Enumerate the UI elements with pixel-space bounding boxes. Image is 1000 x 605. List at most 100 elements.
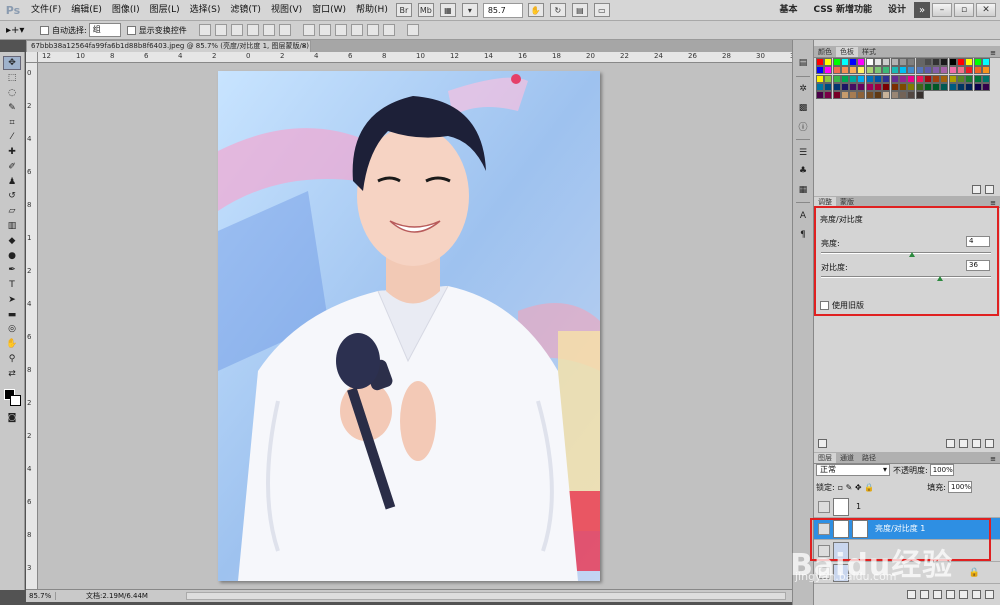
color-swatch[interactable] [923,74,932,83]
dodge-tool-icon[interactable]: ● [3,249,21,263]
horizontal-scrollbar[interactable] [186,592,786,600]
info-icon[interactable]: ⓘ [796,120,810,134]
color-swatch[interactable] [865,66,874,75]
hand-tool-icon[interactable]: ✋ [527,3,544,17]
color-swatch[interactable] [915,74,924,83]
color-swatch[interactable] [915,58,924,66]
tab-layers[interactable]: 图层 [814,453,836,463]
color-swatch[interactable] [857,91,866,100]
color-swatch[interactable] [849,74,858,83]
align-bottom-icon[interactable] [230,24,243,36]
color-swatch[interactable] [940,82,949,91]
use-legacy-checkbox[interactable] [820,301,829,310]
tab-styles[interactable]: 样式 [858,47,880,57]
delete-swatch-icon[interactable] [985,185,994,194]
align-middle-icon[interactable] [214,24,227,36]
brightness-slider[interactable] [821,252,991,257]
gradient-tool-icon[interactable]: ▥ [3,219,21,233]
tab-swatches[interactable]: 色板 [836,47,858,57]
color-swatch[interactable] [973,82,982,91]
reset-icon[interactable] [959,439,968,448]
path-select-tool-icon[interactable]: ➤ [3,293,21,307]
color-swatch[interactable] [923,82,932,91]
horizontal-ruler[interactable]: 1210864202468101214161820222426283032 [38,52,799,63]
zoom-tool-icon[interactable]: ⚲ [3,352,21,366]
link-layers-icon[interactable] [907,590,916,599]
color-swatch[interactable] [898,91,907,100]
color-swatch[interactable] [907,82,916,91]
color-swatch[interactable] [981,74,990,83]
color-swatch[interactable] [824,82,833,91]
pen-tool-icon[interactable]: ✒ [3,263,21,277]
new-layer-icon[interactable] [972,590,981,599]
color-swatch[interactable] [948,74,957,83]
color-swatch[interactable] [832,74,841,83]
color-swatch[interactable] [849,66,858,75]
align-right-icon[interactable] [278,24,291,36]
color-swatch[interactable] [915,91,924,100]
histogram-icon[interactable]: ▩ [796,101,810,115]
color-swatch[interactable] [840,74,849,83]
eye-icon[interactable] [818,500,830,513]
color-swatch[interactable] [898,74,907,83]
color-swatch[interactable] [865,74,874,83]
color-swatch[interactable] [840,82,849,91]
color-swatch[interactable] [981,58,990,66]
align-left-icon[interactable] [246,24,259,36]
color-swatch[interactable] [981,66,990,75]
clone-source-icon[interactable]: ♣ [796,164,810,178]
fill-input[interactable]: 100% [948,481,972,493]
distribute-left-icon[interactable] [350,24,363,36]
color-swatch[interactable] [849,58,858,66]
tab-channels[interactable]: 通道 [836,453,858,463]
minibridge-icon[interactable]: Mb [417,3,434,17]
color-swatch[interactable] [923,58,932,66]
tab-color[interactable]: 颜色 [814,47,836,57]
auto-select-dropdown[interactable]: 组 [88,23,121,37]
hand-tool-icon[interactable]: ✋ [3,337,21,351]
lasso-tool-icon[interactable]: ◌ [3,86,21,100]
color-swatch[interactable] [907,74,916,83]
color-swatch[interactable] [957,82,966,91]
color-swatch[interactable] [824,91,833,100]
color-swatch[interactable] [824,58,833,66]
color-swatch[interactable] [940,66,949,75]
color-swatch[interactable] [957,58,966,66]
color-swatches[interactable] [2,387,22,407]
auto-select-checkbox[interactable] [40,25,49,35]
restore-icon[interactable]: ▫ [954,3,974,17]
quick-select-tool-icon[interactable]: ✎ [3,101,21,115]
type-tool-icon[interactable]: T [3,278,21,292]
menu-select[interactable]: 选择(S) [185,0,226,21]
color-swatch[interactable] [932,58,941,66]
color-swatch[interactable] [857,58,866,66]
color-swatch[interactable] [857,82,866,91]
screen-mode-icon[interactable]: ▭ [593,3,610,17]
blend-mode-dropdown[interactable]: 正常 ▾ [816,464,890,476]
color-swatch[interactable] [890,74,899,83]
show-transform-checkbox[interactable] [126,25,136,35]
menu-window[interactable]: 窗口(W) [307,0,351,21]
panel-menu-icon[interactable]: ≡ [990,49,996,57]
color-swatch[interactable] [874,58,883,66]
color-swatch[interactable] [940,58,949,66]
color-swatch[interactable] [948,82,957,91]
opacity-input[interactable]: 100% [929,464,954,476]
marquee-tool-icon[interactable]: ⬚ [3,71,21,85]
minimize-icon[interactable]: – [932,3,952,17]
color-swatch[interactable] [849,82,858,91]
color-swatch[interactable] [932,66,941,75]
3d-rotate-tool-icon[interactable]: ◎ [3,322,21,336]
tool-presets-icon[interactable]: ▦ [796,183,810,197]
color-swatch[interactable] [965,66,974,75]
color-swatch[interactable] [824,74,833,83]
paragraph-panel-icon[interactable]: ¶ [796,228,810,242]
view-extras-icon[interactable]: ▦ [439,3,456,17]
delete-adjustment-icon[interactable] [985,439,994,448]
document-image[interactable] [218,71,600,581]
distribute-bottom-icon[interactable] [334,24,347,36]
color-swatch[interactable] [932,82,941,91]
panel-menu-icon[interactable]: ≡ [990,455,996,463]
color-swatch[interactable] [857,74,866,83]
color-swatch[interactable] [890,66,899,75]
